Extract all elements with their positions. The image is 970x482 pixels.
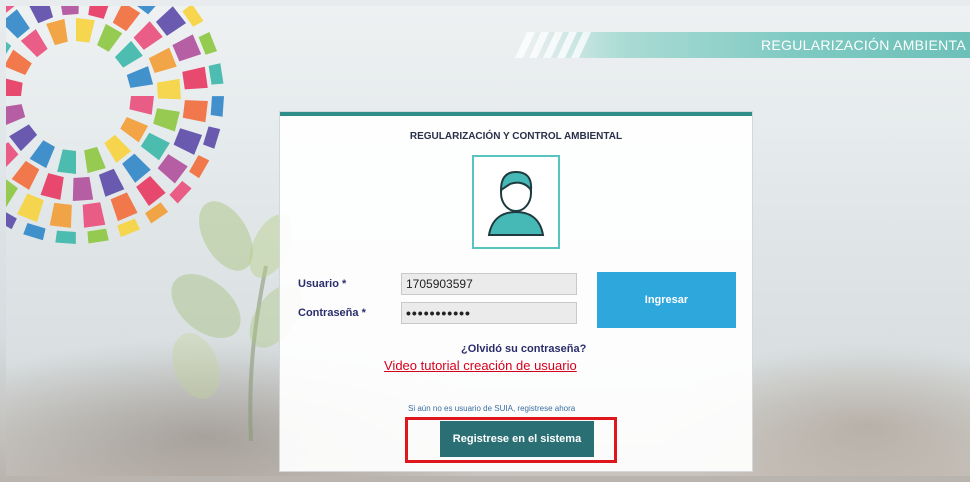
wheel-segment: [97, 23, 123, 52]
video-tutorial-link[interactable]: Video tutorial creación de usuario: [384, 358, 577, 373]
wheel-segment: [84, 146, 106, 174]
password-label: Contraseña *: [298, 307, 366, 319]
wheel-segment: [153, 108, 180, 132]
wheel-segment: [20, 29, 48, 58]
wheel-segment: [120, 117, 149, 143]
wheel-segment: [46, 18, 68, 46]
ingresar-button[interactable]: Ingresar: [597, 272, 736, 328]
background-frame: REGULARIZACIÓN AMBIENTA REGULARIZACIÓN Y…: [6, 6, 970, 476]
wheel-segment: [6, 49, 32, 75]
username-label: Usuario *: [298, 278, 347, 290]
wheel-segment: [72, 176, 94, 201]
wheel-segment: [98, 168, 125, 197]
wheel-segment: [82, 202, 106, 228]
wheel-segment: [6, 9, 30, 39]
wheel-segment: [114, 40, 143, 68]
login-card: REGULARIZACIÓN Y CONTROL AMBIENTAL Usuar…: [280, 112, 752, 471]
login-title: REGULARIZACIÓN Y CONTROL AMBIENTAL: [409, 131, 623, 142]
wheel-segment: [172, 34, 202, 62]
wheel-segment: [122, 153, 151, 183]
wheel-segment: [155, 6, 187, 36]
wheel-segment: [61, 6, 79, 16]
wheel-segment: [23, 223, 46, 241]
register-button[interactable]: Registrese en el sistema: [440, 421, 594, 457]
wheel-segment: [117, 218, 141, 238]
wheel-segment: [87, 228, 109, 244]
wheel-segment: [133, 21, 163, 50]
register-hint: Si aún no es usuario de SUIA, registrese…: [408, 404, 576, 413]
password-input[interactable]: •••••••••••: [401, 302, 577, 324]
wheel-segment: [148, 47, 177, 74]
header-stripes: [514, 32, 592, 58]
wheel-segment: [126, 66, 154, 88]
wheel-segment: [182, 6, 204, 27]
wheel-segment: [140, 132, 170, 161]
forgot-password-link[interactable]: ¿Olvidó su contraseña?: [461, 343, 586, 355]
wheel-segment: [198, 31, 218, 55]
wheel-segment: [6, 104, 26, 125]
wheel-segment: [6, 179, 18, 208]
wheel-segment: [76, 18, 95, 43]
wheel-segment: [88, 6, 109, 19]
wheel-segment: [104, 134, 132, 163]
wheel-segment: [57, 149, 76, 174]
brand-title: REGULARIZACIÓN AMBIENTA: [760, 37, 966, 53]
wheel-segment: [129, 96, 154, 115]
wheel-segment: [182, 100, 208, 123]
wheel-segment: [189, 155, 210, 179]
wheel-segment: [182, 66, 208, 90]
wheel-segment: [55, 230, 76, 244]
user-avatar-icon: [487, 170, 545, 236]
username-input[interactable]: 1705903597: [401, 273, 577, 295]
wheel-segment: [210, 96, 224, 117]
wheel-segment: [40, 173, 64, 200]
wheel-segment: [6, 212, 17, 230]
wheel-segment: [29, 140, 55, 169]
wheel-segment: [173, 128, 203, 155]
wheel-segment: [112, 6, 141, 32]
avatar: [472, 155, 560, 249]
wheel-segment: [208, 63, 224, 85]
wheel-segment: [6, 142, 19, 167]
wheel-segment: [6, 78, 23, 96]
wheel-segment: [29, 6, 54, 24]
wheel-segment: [110, 192, 138, 222]
wheel-segment: [9, 124, 38, 152]
wheel-segment: [11, 160, 40, 190]
wheel-segment: [156, 78, 181, 100]
wheel-segment: [17, 193, 44, 223]
wheel-segment: [49, 202, 72, 228]
wheel-segment: [203, 126, 221, 149]
